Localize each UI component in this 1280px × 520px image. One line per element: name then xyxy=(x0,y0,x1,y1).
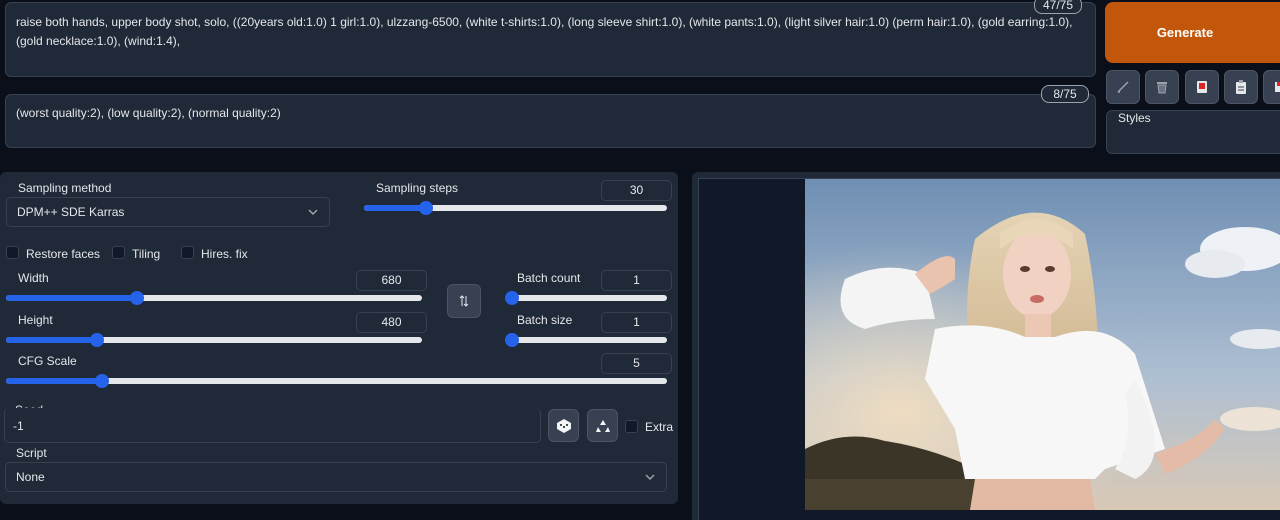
styles-dropdown[interactable]: Styles xyxy=(1106,110,1280,154)
seed-input[interactable]: -1 xyxy=(4,408,541,443)
extra-seed-label: Extra xyxy=(645,420,674,434)
height-label: Height xyxy=(18,313,53,327)
sampling-steps-input[interactable]: 30 xyxy=(601,180,672,201)
script-dropdown[interactable]: None xyxy=(5,462,667,492)
generate-button[interactable]: Generate xyxy=(1105,2,1280,63)
positive-prompt-input[interactable]: raise both hands, upper body shot, solo,… xyxy=(5,2,1096,77)
batch-count-input[interactable]: 1 xyxy=(601,270,672,291)
slider-thumb[interactable] xyxy=(90,333,104,347)
recycle-icon xyxy=(595,419,610,432)
batch-count-label: Batch count xyxy=(517,271,581,285)
batch-size-slider[interactable] xyxy=(505,333,667,347)
script-value: None xyxy=(16,470,45,484)
random-seed-button[interactable] xyxy=(548,409,579,442)
swap-icon xyxy=(459,295,469,307)
chevron-down-icon xyxy=(645,474,655,481)
cfg-scale-input[interactable]: 5 xyxy=(601,353,672,374)
batch-size-input[interactable]: 1 xyxy=(601,312,672,333)
hires-fix-label: Hires. fix xyxy=(201,247,248,261)
restore-faces-label: Restore faces xyxy=(26,247,101,261)
negative-token-count: 8/75 xyxy=(1041,85,1089,103)
seed-value: -1 xyxy=(13,419,24,433)
slider-thumb[interactable] xyxy=(505,333,519,347)
cfg-scale-label: CFG Scale xyxy=(18,354,77,368)
negative-prompt-input[interactable]: (worst quality:2), (low quality:2), (nor… xyxy=(5,94,1096,148)
clear-prompt-button[interactable] xyxy=(1145,70,1179,104)
sampling-method-value: DPM++ SDE Karras xyxy=(17,205,125,219)
batch-count-slider[interactable] xyxy=(505,291,667,305)
tiling-label: Tiling xyxy=(132,247,161,261)
negative-prompt-text: (worst quality:2), (low quality:2), (nor… xyxy=(16,106,281,120)
width-label: Width xyxy=(18,271,49,285)
sampling-steps-label: Sampling steps xyxy=(376,181,459,195)
height-input[interactable]: 480 xyxy=(356,312,427,333)
extra-seed-checkbox[interactable] xyxy=(625,420,638,433)
slider-thumb[interactable] xyxy=(505,291,519,305)
read-params-button[interactable] xyxy=(1106,70,1140,104)
slider-thumb[interactable] xyxy=(419,201,433,215)
styles-label: Styles xyxy=(1118,111,1151,125)
reuse-seed-button[interactable] xyxy=(587,409,618,442)
generated-image[interactable] xyxy=(805,179,1280,510)
show-extra-networks-button[interactable] xyxy=(1185,70,1219,104)
sampling-method-label: Sampling method xyxy=(18,181,112,195)
positive-prompt-text: raise both hands, upper body shot, solo,… xyxy=(16,15,1073,48)
swap-dimensions-button[interactable] xyxy=(447,284,481,318)
clipboard-icon xyxy=(1236,80,1246,94)
apply-style-button[interactable] xyxy=(1224,70,1258,104)
pencil-icon xyxy=(1117,81,1129,93)
slider-thumb[interactable] xyxy=(95,374,109,388)
script-label: Script xyxy=(16,446,47,460)
width-input[interactable]: 680 xyxy=(356,270,427,291)
sampling-steps-slider[interactable] xyxy=(364,201,667,215)
positive-token-count: 47/75 xyxy=(1034,0,1082,14)
generated-image-picture xyxy=(805,179,1280,510)
restore-faces-checkbox[interactable] xyxy=(6,246,19,259)
generate-label: Generate xyxy=(1156,25,1214,40)
height-slider[interactable] xyxy=(6,333,422,347)
hires-fix-checkbox[interactable] xyxy=(181,246,194,259)
chevron-down-icon xyxy=(308,209,318,216)
slider-thumb[interactable] xyxy=(130,291,144,305)
batch-size-label: Batch size xyxy=(517,313,573,327)
card-icon xyxy=(1197,81,1207,93)
sampling-method-dropdown[interactable]: DPM++ SDE Karras xyxy=(6,197,330,227)
trash-icon xyxy=(1157,82,1167,94)
width-slider[interactable] xyxy=(6,291,422,305)
save-icon xyxy=(1275,82,1280,92)
dice-icon xyxy=(556,418,571,433)
tiling-checkbox[interactable] xyxy=(112,246,125,259)
save-style-button[interactable] xyxy=(1263,70,1280,104)
cfg-scale-slider[interactable] xyxy=(6,374,667,388)
